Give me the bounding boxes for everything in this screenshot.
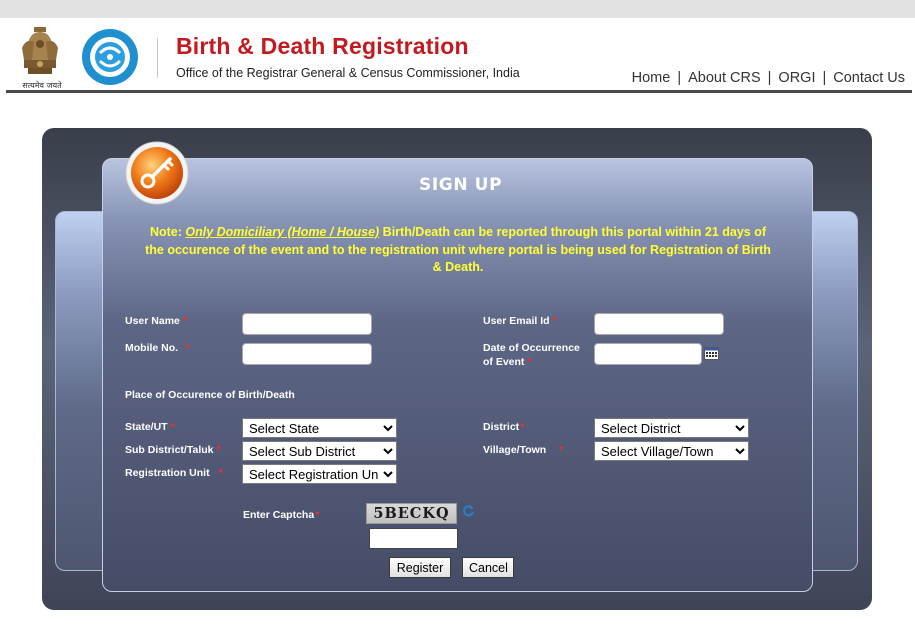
- header-rule: [6, 90, 912, 93]
- calendar-icon[interactable]: [704, 347, 719, 360]
- mobile-label: Mobile No. *: [125, 342, 190, 354]
- register-button[interactable]: Register: [389, 557, 451, 578]
- email-label: User Email Id *: [483, 315, 557, 327]
- captcha-label: Enter Captcha*: [243, 509, 320, 521]
- cancel-button[interactable]: Cancel: [462, 557, 514, 578]
- site-subtitle: Office of the Registrar General & Census…: [176, 66, 520, 80]
- mobile-input[interactable]: [242, 343, 372, 365]
- crs-logo-icon: [82, 29, 138, 85]
- nav-home-link[interactable]: Home: [632, 70, 671, 86]
- subdistrict-label: Sub District/Taluk *: [125, 444, 221, 456]
- village-select[interactable]: Select Village/Town: [594, 441, 749, 461]
- domiciliary-note: Note: Only Domiciliary (Home / House) Bi…: [145, 225, 771, 274]
- site-title: Birth & Death Registration: [176, 33, 469, 59]
- date-of-event-input[interactable]: [594, 343, 702, 365]
- header-divider: [157, 38, 158, 78]
- district-select[interactable]: Select District: [594, 418, 749, 438]
- refresh-icon[interactable]: [462, 504, 475, 517]
- nav-contact-us-link[interactable]: Contact Us: [833, 70, 905, 86]
- note-domiciliary-link[interactable]: Only Domiciliary (Home / House): [185, 225, 379, 239]
- subdistrict-select[interactable]: Select Sub District: [242, 441, 397, 461]
- state-select[interactable]: Select State: [242, 418, 397, 438]
- state-label: State/UT *: [125, 421, 175, 433]
- site-header: सत्यमेव जयते Birth & Death Registration …: [0, 18, 915, 94]
- user-name-label: User Name *: [125, 315, 187, 327]
- user-name-input[interactable]: [242, 313, 372, 335]
- village-label: Village/Town *: [483, 444, 564, 456]
- place-heading: Place of Occurence of Birth/Death: [125, 389, 295, 401]
- date-of-event-label: Date of Occurrence of Event *: [483, 342, 580, 368]
- signup-heading: SIGN UP: [419, 175, 503, 195]
- district-label: District*: [483, 421, 525, 433]
- captcha-input[interactable]: [369, 528, 458, 549]
- browser-top-strip: [0, 0, 915, 18]
- top-navigation: Home | About CRS | ORGI | Contact Us: [631, 70, 905, 86]
- registration-unit-select[interactable]: Select Registration Unit: [242, 464, 397, 484]
- captcha-image: 5BECKQ: [366, 503, 457, 524]
- registration-unit-label: Registration Unit *: [125, 467, 223, 479]
- nav-about-crs-link[interactable]: About CRS: [688, 70, 761, 86]
- email-input[interactable]: [594, 313, 724, 335]
- nav-orgi-link[interactable]: ORGI: [778, 70, 815, 86]
- key-icon: [125, 141, 189, 205]
